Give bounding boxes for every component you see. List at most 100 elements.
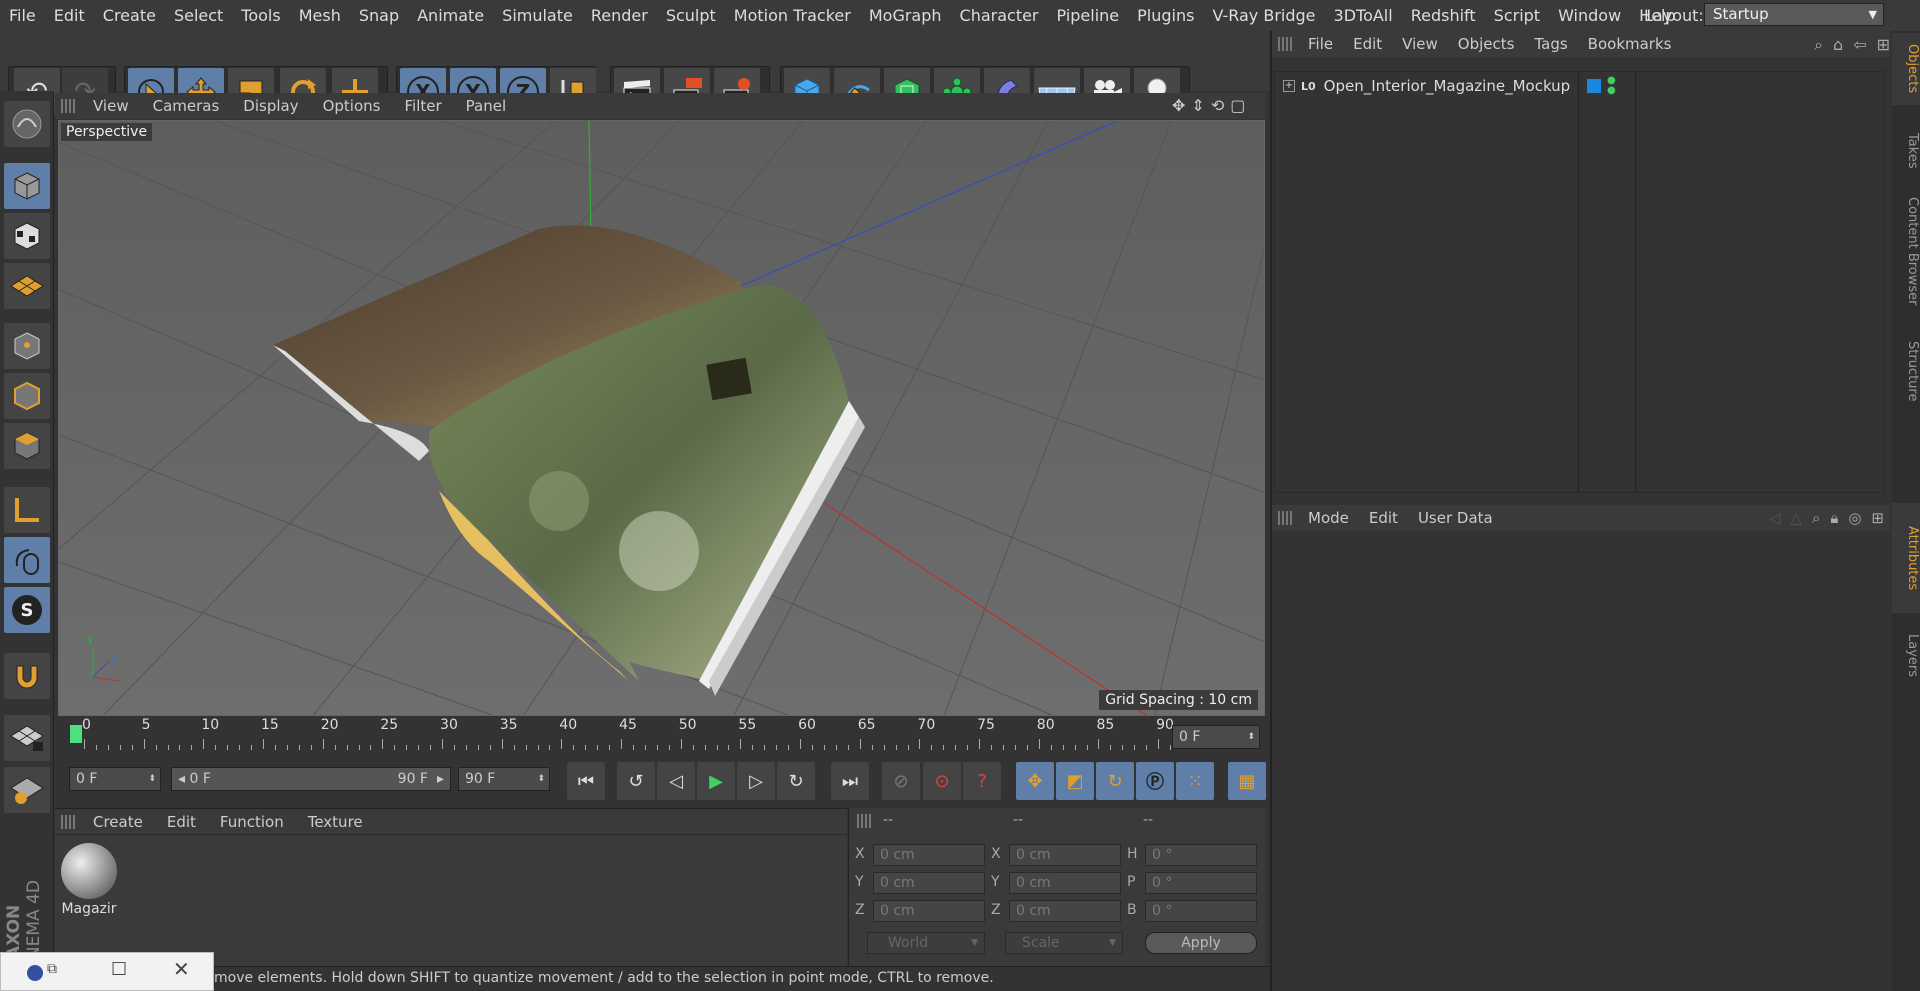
minimized-window[interactable]: ⧉ ☐ ✕ — [0, 952, 214, 991]
magnet-button[interactable] — [4, 653, 50, 699]
objects-menu-tags[interactable]: Tags — [1524, 35, 1577, 53]
attributes-menu-edit[interactable]: Edit — [1359, 509, 1408, 527]
playhead-marker[interactable] — [70, 725, 82, 743]
texture-mode-button[interactable] — [4, 213, 50, 259]
menu-v-ray-bridge[interactable]: V-Ray Bridge — [1203, 6, 1324, 25]
locked-workplane-button[interactable] — [4, 715, 50, 761]
timeline-window-button[interactable]: ▦ — [1228, 762, 1266, 800]
back-icon[interactable]: ⇦ — [1853, 35, 1866, 55]
menu-simulate[interactable]: Simulate — [493, 6, 582, 25]
apply-button[interactable]: Apply — [1145, 932, 1257, 954]
close-icon[interactable]: ✕ — [173, 957, 190, 981]
search-icon[interactable]: ⌕ — [1812, 509, 1820, 527]
viewport-menu-view[interactable]: View — [81, 97, 141, 115]
restore-icon[interactable]: ⧉ — [47, 961, 57, 977]
target-icon[interactable]: ◎ — [1848, 509, 1861, 527]
menu-file[interactable]: File — [0, 6, 45, 25]
material-menu-function[interactable]: Function — [208, 813, 296, 831]
menu-sculpt[interactable]: Sculpt — [657, 6, 725, 25]
menu-mograph[interactable]: MoGraph — [860, 6, 951, 25]
axis-mode-button[interactable] — [4, 487, 50, 533]
autokeying-button[interactable]: ⊙ — [923, 762, 961, 800]
edges-mode-button[interactable] — [4, 373, 50, 419]
scale-mode-select[interactable]: Scale ▼ — [1005, 932, 1123, 954]
model-mode-button[interactable] — [4, 163, 50, 209]
rot-h-field[interactable]: 0 ° — [1145, 844, 1257, 866]
objects-menu-file[interactable]: File — [1298, 35, 1343, 53]
polygons-mode-button[interactable] — [4, 423, 50, 469]
tweak-mode-button[interactable] — [4, 537, 50, 583]
move-view-icon[interactable]: ✥ — [1172, 96, 1185, 115]
home-icon[interactable]: ⌂ — [1833, 35, 1843, 55]
menu-animate[interactable]: Animate — [408, 6, 493, 25]
play-button[interactable]: ▶ — [697, 762, 735, 800]
go-to-start-button[interactable]: ⏮ — [567, 762, 605, 800]
tab-layers[interactable]: Layers — [1892, 621, 1920, 691]
new-panel-icon[interactable]: ⊞ — [1877, 35, 1890, 55]
timeline-ruler[interactable]: 0 5 10 15 20 25 30 35 40 45 50 55 60 65 70 75 80 85 90 0 F… — [55, 717, 1265, 755]
previous-key-button[interactable]: ↺ — [617, 762, 655, 800]
menu-render[interactable]: Render — [582, 6, 657, 25]
objects-menu-view[interactable]: View — [1392, 35, 1448, 53]
make-editable-button[interactable] — [4, 101, 50, 147]
menu-snap[interactable]: Snap — [350, 6, 408, 25]
viewport-menu-options[interactable]: Options — [311, 97, 393, 115]
planar-workplane-button[interactable] — [4, 767, 50, 813]
pos-x-field[interactable]: 0 cm — [873, 844, 985, 866]
menu-mesh[interactable]: Mesh — [290, 6, 350, 25]
object-row[interactable]: + L0 Open_Interior_Magazine_Mockup ● ● — [1275, 76, 1883, 96]
objects-menu-edit[interactable]: Edit — [1343, 35, 1392, 53]
objects-menu-bookmarks[interactable]: Bookmarks — [1578, 35, 1682, 53]
lock-icon[interactable]: 🔒︎ — [1830, 509, 1838, 527]
material-menu-create[interactable]: Create — [81, 813, 155, 831]
search-icon[interactable]: ⌕ — [1814, 35, 1823, 55]
size-y-field[interactable]: 0 cm — [1009, 872, 1121, 894]
keyframe-selection-button[interactable]: ? — [963, 762, 1001, 800]
next-key-button[interactable]: ↻ — [777, 762, 815, 800]
size-x-field[interactable]: 0 cm — [1009, 844, 1121, 866]
key-parameter-button[interactable]: Ⓟ — [1136, 762, 1174, 800]
points-mode-button[interactable] — [4, 323, 50, 369]
layout-select[interactable]: Startup ▼ — [1704, 3, 1884, 26]
menu-window[interactable]: Window — [1549, 6, 1630, 25]
toggle-layout-icon[interactable]: ▢ — [1230, 96, 1245, 115]
rot-b-field[interactable]: 0 ° — [1145, 900, 1257, 922]
menu-tools[interactable]: Tools — [232, 6, 289, 25]
menu-create[interactable]: Create — [94, 6, 165, 25]
menu-plugins[interactable]: Plugins — [1128, 6, 1203, 25]
record-keys-button[interactable]: ⊘ — [882, 762, 920, 800]
menu-script[interactable]: Script — [1485, 6, 1549, 25]
menu-motion-tracker[interactable]: Motion Tracker — [725, 6, 860, 25]
tab-structure[interactable]: Structure — [1892, 331, 1920, 411]
attributes-menu-mode[interactable]: Mode — [1298, 509, 1359, 527]
rot-p-field[interactable]: 0 ° — [1145, 872, 1257, 894]
previous-frame-button[interactable]: ◁ — [657, 762, 695, 800]
layer-color-swatch[interactable] — [1587, 79, 1601, 93]
end-frame-field[interactable]: 90 F ⬍ — [458, 767, 550, 791]
key-scale-button[interactable]: ◩ — [1056, 762, 1094, 800]
menu-select[interactable]: Select — [165, 6, 232, 25]
expand-icon[interactable]: + — [1283, 80, 1295, 92]
size-z-field[interactable]: 0 cm — [1009, 900, 1121, 922]
viewport-menu-filter[interactable]: Filter — [392, 97, 453, 115]
workplane-mode-button[interactable] — [4, 263, 50, 309]
back-arrow-icon[interactable]: ◁ — [1769, 509, 1781, 527]
menu-character[interactable]: Character — [951, 6, 1048, 25]
attributes-menu-user-data[interactable]: User Data — [1408, 509, 1503, 527]
material-menu-texture[interactable]: Texture — [296, 813, 375, 831]
new-panel-icon[interactable]: ⊞ — [1871, 509, 1884, 527]
frame-range-slider[interactable]: ◂ 0 F 90 F ▸ — [171, 767, 451, 791]
viewport-menu-display[interactable]: Display — [231, 97, 310, 115]
tab-content-browser[interactable]: Content Browser — [1892, 171, 1920, 331]
pos-z-field[interactable]: 0 cm — [873, 900, 985, 922]
coordinate-space-select[interactable]: World ▼ — [867, 932, 985, 954]
material-swatch[interactable]: Magazir — [61, 843, 117, 921]
material-menu-edit[interactable]: Edit — [155, 813, 208, 831]
objects-menu-objects[interactable]: Objects — [1448, 35, 1525, 53]
tab-attributes[interactable]: Attributes — [1892, 503, 1920, 613]
rotate-view-icon[interactable]: ⟲ — [1211, 96, 1224, 115]
pos-y-field[interactable]: 0 cm — [873, 872, 985, 894]
key-rotation-button[interactable]: ↻ — [1096, 762, 1134, 800]
snap-button[interactable]: S — [4, 587, 50, 633]
perspective-viewport[interactable]: Y Z Perspective Grid Spacing : 10 cm — [58, 120, 1265, 716]
